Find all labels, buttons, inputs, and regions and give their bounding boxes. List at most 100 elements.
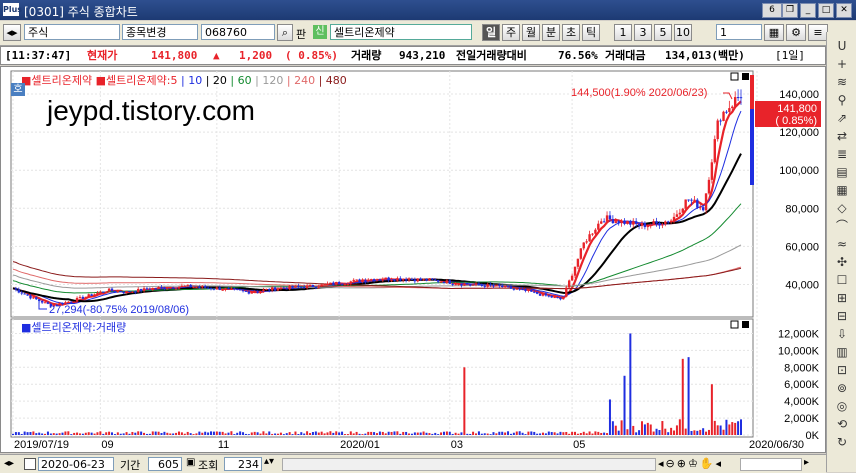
zoom-slider[interactable]: [740, 458, 802, 471]
chart-area[interactable]: 140,000 120,000 100,000 80,000 60,000 40,000 1…: [0, 66, 826, 453]
wave-icon[interactable]: ≈: [834, 236, 850, 252]
candle-icon[interactable]: ✣: [834, 254, 850, 270]
scroll-arrows-icon[interactable]: ◂▸: [4, 458, 14, 469]
zoom-right-icon[interactable]: ▸: [804, 457, 809, 468]
volume-bar-14: [52, 433, 55, 435]
interval-input[interactable]: 1: [716, 24, 762, 40]
date-input[interactable]: 2020-06-23: [38, 457, 114, 471]
candle-body-172: [512, 288, 516, 290]
interval-button-3[interactable]: 10: [674, 24, 692, 41]
candle-body-173: [515, 288, 518, 290]
trend-icon[interactable]: ⇗: [834, 110, 850, 126]
split-icon[interactable]: ⊟: [834, 308, 850, 324]
query-icon[interactable]: ▣: [186, 457, 195, 468]
maximize-icon[interactable]: □: [818, 3, 834, 18]
grid-lines-icon[interactable]: ▤: [834, 164, 850, 180]
legend-ma-label-60: 60: [237, 74, 252, 87]
volume-bar-172: [512, 432, 515, 435]
arc-icon[interactable]: ⌒: [834, 218, 850, 234]
stock-code-input[interactable]: 068760: [201, 24, 275, 40]
volume-bar-110: [332, 432, 335, 435]
period-tab-5[interactable]: 틱: [582, 24, 600, 41]
volume-bar-90: [274, 433, 277, 435]
period-tab-0[interactable]: 일: [482, 24, 500, 41]
bottom-bar: ◂▸ 2020-06-23 기간 605 ▣ 조회 234 ▴▾ ◂⊖⊕♔✋◂ …: [0, 454, 826, 473]
print-icon[interactable]: ⊡: [834, 362, 850, 378]
refresh-icon[interactable]: ◎: [834, 398, 850, 414]
fib-icon[interactable]: ≣: [834, 146, 850, 162]
hoga-badge[interactable]: 호: [11, 83, 25, 96]
shape-icon[interactable]: ◇: [834, 200, 850, 216]
minimize-icon[interactable]: _: [800, 3, 816, 18]
settings-icon[interactable]: ⊚: [834, 380, 850, 396]
vol-panel-restore-icon[interactable]: [730, 320, 739, 329]
candle-body-228: [675, 214, 679, 217]
stock-name-field[interactable]: 셀트리온제약: [330, 24, 472, 40]
candle-body-98: [297, 285, 300, 287]
interval-button-2[interactable]: 5: [654, 24, 672, 41]
volume-bar-207: [614, 425, 617, 435]
underline-icon[interactable]: U: [834, 38, 850, 54]
period-tab-1[interactable]: 주: [502, 24, 520, 41]
candle-body-238: [704, 193, 708, 211]
query-input[interactable]: 234: [224, 457, 262, 471]
crosshair-icon[interactable]: +: [834, 56, 850, 72]
arrow-icon[interactable]: ⇄: [834, 128, 850, 144]
vol-panel-close-icon[interactable]: [742, 321, 749, 328]
volume-bar-104: [314, 431, 317, 435]
candle-body-37: [119, 291, 122, 293]
candle-body-145: [434, 279, 437, 281]
chart-scrollbar[interactable]: [282, 458, 656, 471]
volume-bar-219: [649, 424, 652, 435]
volume-bar-39: [125, 432, 128, 435]
volume-bar-76: [233, 434, 236, 435]
candle-body-126: [378, 279, 382, 281]
list-icon[interactable]: ≡: [808, 24, 828, 41]
title-bar: Plus [0301] 주식 종합차트 6 ❐ _ □ ✕: [0, 0, 856, 20]
panel-close-icon[interactable]: [742, 73, 749, 80]
period-tab-2[interactable]: 월: [522, 24, 540, 41]
draw-icon[interactable]: ≋: [834, 74, 850, 90]
change-stock-select[interactable]: 종목변경: [122, 24, 198, 40]
undo-icon[interactable]: ⟲: [834, 416, 850, 432]
reload-icon[interactable]: ↻: [834, 434, 850, 450]
restore-icon[interactable]: ❐: [782, 3, 798, 18]
candle-body-63: [195, 287, 198, 289]
volume-bar-193: [574, 431, 577, 435]
period-tab-4[interactable]: 초: [562, 24, 580, 41]
pen-icon[interactable]: ⚲: [834, 92, 850, 108]
candle-body-43: [137, 288, 140, 293]
box-icon[interactable]: ☐: [834, 272, 850, 288]
candle-body-21: [72, 301, 76, 303]
download-icon[interactable]: ⇩: [834, 326, 850, 342]
prev-next-icon[interactable]: ◂▸: [3, 24, 21, 41]
volume-bar-126: [378, 431, 381, 435]
legend-ma-60: | 60: [230, 74, 252, 87]
volume-bar-20: [70, 434, 73, 435]
interval-button-0[interactable]: 1: [614, 24, 632, 41]
layout-icon[interactable]: ⊞: [834, 290, 850, 306]
volume-bar-97: [294, 431, 297, 435]
volume-bar-41: [131, 431, 134, 435]
grid-icon[interactable]: ▦: [764, 24, 784, 41]
gear-icon[interactable]: ⚙: [786, 24, 806, 41]
page-number[interactable]: 6: [762, 3, 782, 18]
period-tab-3[interactable]: 분: [542, 24, 560, 41]
close-icon[interactable]: ✕: [836, 3, 852, 18]
candle-body-190: [565, 287, 568, 297]
period-input[interactable]: 605: [148, 457, 182, 471]
panel-restore-icon[interactable]: [730, 72, 739, 81]
market-select[interactable]: 주식: [24, 24, 120, 40]
date-checkbox[interactable]: [24, 458, 36, 470]
zoom-controls-icon[interactable]: ◂⊖⊕♔✋◂: [658, 457, 723, 470]
candle-body-216: [640, 223, 644, 226]
volume-bar-214: [635, 432, 638, 435]
candle-body-41: [131, 291, 134, 293]
interval-button-1[interactable]: 3: [634, 24, 652, 41]
query-spinner-icon[interactable]: ▴▾: [264, 456, 274, 467]
channel-icon[interactable]: ▦: [834, 182, 850, 198]
candle-body-89: [270, 287, 274, 291]
table-icon[interactable]: ▥: [834, 344, 850, 360]
search-icon[interactable]: ⌕: [277, 24, 293, 41]
range-label[interactable]: [1일]: [775, 47, 805, 64]
